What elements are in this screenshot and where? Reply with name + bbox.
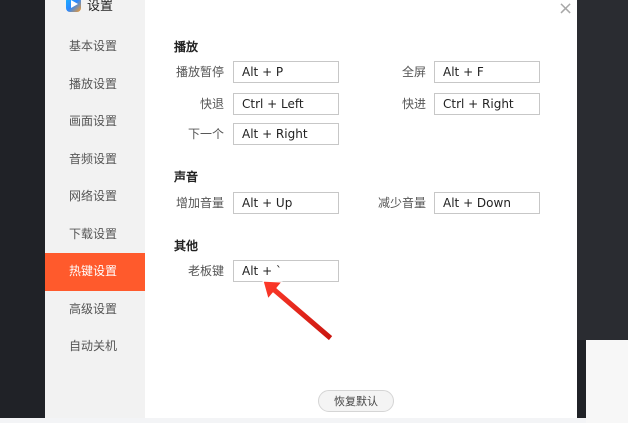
hotkey-input-volume-down[interactable]: Alt + Down bbox=[434, 192, 540, 214]
label-volume-down: 减少音量 bbox=[377, 196, 426, 210]
dialog-header: 设置 bbox=[66, 0, 113, 14]
close-icon: × bbox=[558, 0, 574, 19]
app-logo-icon bbox=[66, 0, 81, 12]
sidebar-item-advanced[interactable]: 高级设置 bbox=[45, 291, 145, 329]
sidebar-item-playback[interactable]: 播放设置 bbox=[45, 66, 145, 104]
sidebar-item-auto-shutdown[interactable]: 自动关机 bbox=[45, 328, 145, 366]
close-button[interactable]: × bbox=[558, 0, 574, 19]
section-title-other: 其他 bbox=[174, 239, 199, 253]
label-rewind: 快退 bbox=[199, 97, 224, 111]
label-boss-key: 老板键 bbox=[187, 264, 224, 278]
background-dark-panel bbox=[577, 0, 628, 340]
sidebar-item-hotkeys[interactable]: 热键设置 bbox=[45, 253, 145, 291]
label-next: 下一个 bbox=[187, 127, 224, 141]
hotkey-input-rewind[interactable]: Ctrl + Left bbox=[233, 93, 339, 115]
settings-dialog: 设置 基本设置 播放设置 画面设置 音频设置 网络设置 下载设置 热键设置 高级… bbox=[45, 0, 577, 418]
hotkey-input-volume-up[interactable]: Alt + Up bbox=[233, 192, 339, 214]
sidebar-item-picture[interactable]: 画面设置 bbox=[45, 103, 145, 141]
settings-nav: 基本设置 播放设置 画面设置 音频设置 网络设置 下载设置 热键设置 高级设置 … bbox=[45, 28, 145, 366]
hotkey-input-boss-key[interactable]: Alt + ` bbox=[233, 260, 339, 282]
sidebar-item-network[interactable]: 网络设置 bbox=[45, 178, 145, 216]
label-fullscreen: 全屏 bbox=[401, 65, 426, 79]
dialog-title: 设置 bbox=[87, 0, 114, 14]
hotkey-input-next[interactable]: Alt + Right bbox=[233, 123, 339, 145]
section-title-audio: 声音 bbox=[174, 170, 199, 184]
label-play-pause: 播放暂停 bbox=[175, 65, 224, 79]
section-title-playback: 播放 bbox=[174, 40, 199, 54]
restore-defaults-button[interactable]: 恢复默认 bbox=[318, 390, 394, 412]
label-forward: 快进 bbox=[401, 97, 426, 111]
hotkey-input-forward[interactable]: Ctrl + Right bbox=[434, 93, 540, 115]
sidebar-item-audio[interactable]: 音频设置 bbox=[45, 141, 145, 179]
label-volume-up: 增加音量 bbox=[175, 196, 224, 210]
hotkey-input-fullscreen[interactable]: Alt + F bbox=[434, 61, 540, 83]
sidebar-item-basic[interactable]: 基本设置 bbox=[45, 28, 145, 66]
background-bottom-strip bbox=[0, 418, 628, 423]
sidebar-item-download[interactable]: 下载设置 bbox=[45, 216, 145, 254]
background-light-panel bbox=[586, 340, 628, 423]
hotkey-input-play-pause[interactable]: Alt + P bbox=[233, 61, 339, 83]
settings-sidebar: 设置 基本设置 播放设置 画面设置 音频设置 网络设置 下载设置 热键设置 高级… bbox=[45, 0, 145, 418]
